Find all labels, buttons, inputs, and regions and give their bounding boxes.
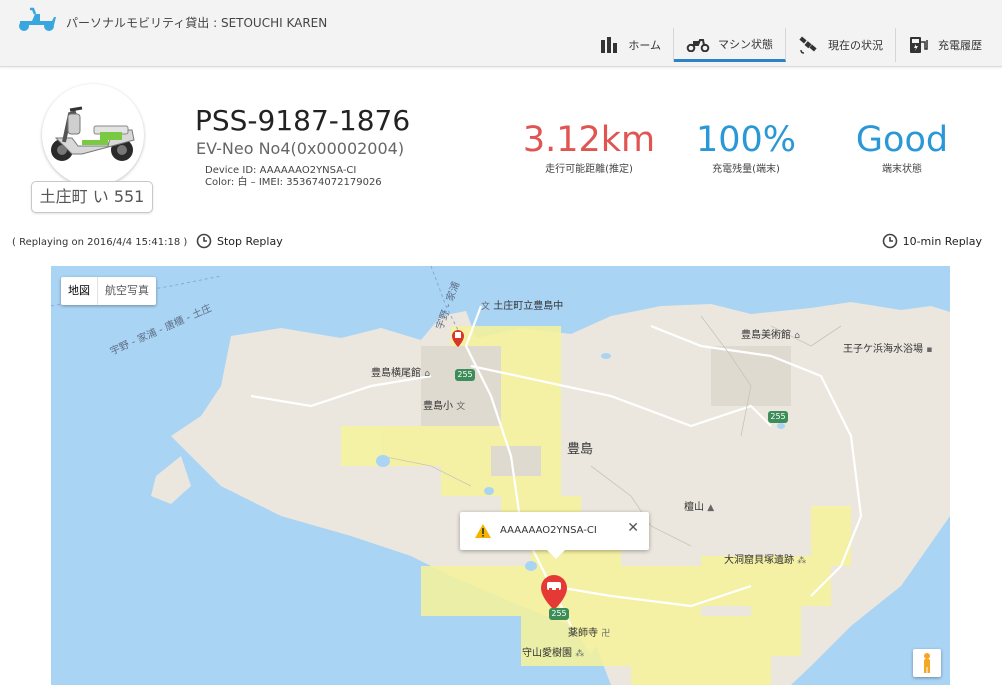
popup-device-text: AAAAAAO2YNSA-CI — [500, 525, 597, 536]
map-type-toggle: 地図 航空写真 — [61, 277, 156, 305]
nav-machine-status-label: マシン状態 — [718, 37, 773, 51]
place-shell-mound: 大洞窟貝塚遺跡 ⁂ — [724, 555, 807, 566]
place-museum: 豊島美術館 ⌂ — [741, 330, 800, 341]
vehicle-avatar — [42, 84, 144, 186]
vehicle-details: Device ID: AAAAAAO2YNSA-CI Color: 白 – IM… — [205, 165, 382, 189]
landmark-icon: ⁂ — [797, 556, 807, 566]
vehicle-info-popup: AAAAAAO2YNSA-CI ✕ — [460, 512, 649, 559]
route-shield: 255 — [549, 608, 569, 620]
battery-metric: 100% 充電残量(端末) — [671, 120, 821, 175]
school-icon: 文 — [481, 302, 491, 312]
vehicle-model: EV-Neo No4(0x00002004) — [196, 139, 405, 158]
place-elementary: 豊島小 文 — [423, 401, 466, 412]
nav-current-status[interactable]: 現在の状況 — [786, 28, 896, 62]
map-type-aerial[interactable]: 航空写真 — [98, 277, 156, 305]
battery-value: 100% — [695, 120, 797, 160]
map-type-map[interactable]: 地図 — [61, 277, 98, 305]
charging-station-icon — [910, 37, 928, 53]
range-value: 3.12km — [522, 120, 656, 160]
bar-chart-icon — [601, 37, 618, 53]
clock-icon — [196, 233, 212, 249]
place-beach: 王子ケ浜海水浴場 ▪ — [843, 344, 933, 355]
range-label: 走行可能距離(推定) — [545, 164, 633, 175]
place-yokoo: 豊島横尾館 ⌂ — [371, 368, 430, 379]
route-shield: 255 — [768, 411, 788, 423]
park-icon: ⁂ — [575, 649, 585, 659]
scooter-logo-icon[interactable] — [16, 6, 58, 32]
nav-charge-history[interactable]: 充電履歴 — [896, 28, 1002, 62]
state-label: 端末状態 — [882, 164, 922, 175]
device-id: Device ID: AAAAAAO2YNSA-CI — [205, 165, 357, 176]
place-mountain: 檀山 ▲ — [684, 502, 715, 513]
nav-machine-status[interactable]: マシン状態 — [674, 28, 786, 62]
nav-charge-history-label: 充電履歴 — [938, 39, 982, 52]
clock-icon — [882, 233, 897, 249]
app-title: パーソナルモビリティ貸出 : SETOUCHI KAREN — [66, 16, 328, 30]
scooter-photo — [51, 106, 135, 161]
main-nav: ホーム マシン状態 現在の状況 充電履歴 — [588, 28, 1002, 64]
place-temple: 薬師寺 卍 — [568, 628, 611, 639]
nav-home[interactable]: ホーム — [588, 28, 674, 62]
nav-home-label: ホーム — [628, 39, 661, 52]
ten-min-replay-button[interactable]: 10-min Replay — [882, 233, 982, 249]
stop-replay-label: Stop Replay — [217, 234, 283, 248]
satellite-icon — [799, 36, 817, 54]
place-park: 守山愛樹園 ⁂ — [522, 648, 585, 659]
place-school-top: 文 土庄町立豊島中 — [481, 301, 564, 312]
close-icon[interactable]: ✕ — [627, 520, 639, 536]
license-plate: 土庄町 い 551 — [31, 181, 153, 213]
warning-icon — [475, 524, 491, 538]
range-metric: 3.12km 走行可能距離(推定) — [514, 120, 664, 175]
ten-min-replay-label: 10-min Replay — [902, 234, 982, 248]
street-view-pegman-button[interactable] — [913, 649, 941, 677]
temple-icon: 卍 — [601, 629, 611, 639]
replay-info: ( Replaying on 2016/4/4 15:41:18 ) — [12, 237, 188, 248]
beach-icon: ▪ — [926, 345, 933, 355]
color-imei: Color: 白 – IMEI: 353674072179026 — [205, 177, 382, 188]
app-header: パーソナルモビリティ貸出 : SETOUCHI KAREN ホーム マシン状態 — [0, 0, 1002, 67]
state-value: Good — [855, 120, 949, 160]
scooter-icon — [686, 38, 710, 52]
museum-icon: ⌂ — [424, 369, 430, 379]
museum-icon: ⌂ — [794, 331, 800, 341]
route-shield: 255 — [455, 369, 475, 381]
place-island: 豊島 — [567, 442, 594, 457]
school-icon: 文 — [456, 402, 466, 412]
map-base — [51, 266, 950, 685]
battery-label: 充電残量(端末) — [712, 164, 780, 175]
state-metric: Good 端末状態 — [827, 120, 977, 175]
map-view[interactable]: 地図 航空写真 宇野 - 家浦 - 唐櫃 - 土庄 宇野 - 家浦 255 25… — [51, 266, 950, 685]
pegman-icon — [924, 653, 930, 673]
nav-current-status-label: 現在の状況 — [828, 39, 883, 52]
vehicle-id: PSS-9187-1876 — [195, 104, 411, 137]
mountain-icon: ▲ — [707, 503, 715, 513]
stop-replay-button[interactable]: Stop Replay — [196, 233, 283, 249]
